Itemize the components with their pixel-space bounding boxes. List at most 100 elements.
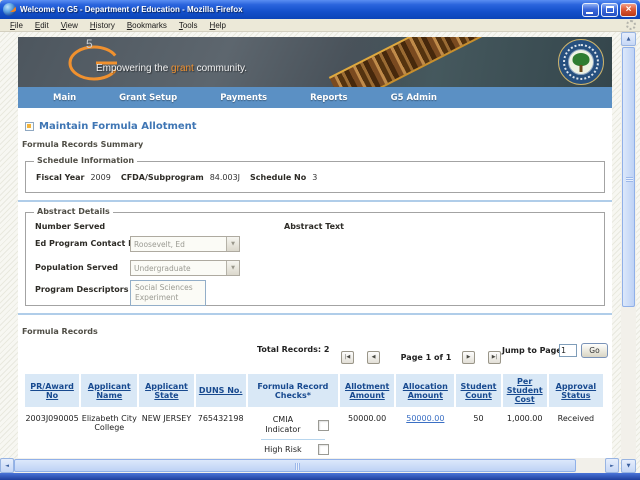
cell-student-count: 50 [456,409,500,458]
nav-grant-setup[interactable]: Grant Setup [119,93,177,103]
scroll-down-button[interactable]: ▼ [621,459,636,473]
section-separator [18,200,612,202]
nav-reports[interactable]: Reports [310,93,348,103]
abstract-details-fieldset: Abstract Details Number Served Abstract … [25,212,605,306]
g5-banner: 5 Empowering the grant community. [18,37,612,87]
horizontal-scrollbar-thumb[interactable] [14,459,576,472]
close-icon: × [626,5,632,15]
next-page-button[interactable]: ▶ [462,351,475,364]
cell-formula-record-checks: CMIA Indicator High Risk [248,409,338,458]
scroll-right-button[interactable]: ► [605,458,619,473]
last-page-button[interactable]: ▶| [488,351,501,364]
menu-file[interactable]: File [4,20,29,31]
schedule-no-value: 3 [312,173,317,182]
nav-payments[interactable]: Payments [220,93,267,103]
cell-allocation-amount: 50000.00 [396,409,454,458]
cell-allotment-amount: 50000.00 [340,409,394,458]
window-titlebar[interactable]: Welcome to G5 - Department of Education … [0,0,640,19]
formula-records-table: PR/Award No Applicant Name Applicant Sta… [23,372,605,458]
cfda-subprogram-label: CFDA/Subprogram [121,173,204,182]
vertical-scrollbar[interactable]: ▲ ▼ [621,32,636,473]
jump-to-page-input[interactable] [559,344,577,357]
window-title: Welcome to G5 - Department of Education … [20,5,582,14]
scroll-left-button[interactable]: ◄ [0,458,14,473]
menu-bar: File Edit View History Bookmarks Tools H… [0,19,640,32]
col-pr-award-no[interactable]: PR/Award No [25,374,79,407]
summary-heading: Formula Records Summary [22,140,612,149]
firefox-window: Welcome to G5 - Department of Education … [0,0,640,480]
col-per-student-cost[interactable]: Per Student Cost [503,374,547,407]
main-nav: Main Grant Setup Payments Reports G5 Adm… [18,87,612,108]
abstract-text-label: Abstract Text [284,222,344,231]
cell-approval-status: Received [549,409,603,458]
go-button[interactable]: Go [581,343,608,358]
horizontal-scrollbar[interactable]: ◄ ► [0,458,620,473]
menu-help[interactable]: Help [204,20,232,31]
scroll-up-button[interactable]: ▲ [621,32,636,46]
first-page-icon: |◀ [345,355,351,360]
cell-applicant-name: Elizabeth City College [81,409,137,458]
cfda-subprogram-value: 84.003J [210,173,240,182]
pagination-bar: Total Records: 2 |◀ ◀ Page 1 of 1 ▶ ▶| J… [18,342,612,368]
cmia-indicator-checkbox[interactable] [318,420,329,431]
throbber-icon [626,20,636,30]
section-separator [18,313,612,315]
nav-g5-admin[interactable]: G5 Admin [391,93,437,103]
col-formula-record-checks: Formula Record Checks* [248,374,338,407]
previous-page-button[interactable]: ◀ [367,351,380,364]
g5-logo-five: 5 [86,37,93,51]
close-button[interactable]: × [620,3,637,17]
page-title-icon [25,122,34,131]
dropdown-arrow-icon: ▼ [226,237,239,251]
table-row: 2003J090005 Elizabeth City College NEW J… [25,409,603,458]
number-served-label: Number Served [35,222,105,231]
vertical-scrollbar-thumb[interactable] [622,47,635,307]
high-risk-checkbox[interactable] [318,444,329,455]
dropdown-arrow-icon: ▼ [226,261,239,275]
bookshelf-image [329,37,549,87]
col-allocation-amount[interactable]: Allocation Amount [396,374,454,407]
nav-main[interactable]: Main [53,93,76,103]
menu-bookmarks[interactable]: Bookmarks [121,20,173,31]
banner-tagline: Empowering the grant community. [96,63,247,74]
schedule-legend: Schedule Information [34,156,137,165]
page-title: Maintain Formula Allotment [25,121,612,132]
restore-button[interactable] [601,3,618,17]
page-viewport: 5 Empowering the grant community. Main G… [0,32,640,473]
allocation-amount-link[interactable]: 50000.00 [406,414,444,423]
next-page-icon: ▶ [467,355,471,360]
col-applicant-state[interactable]: Applicant State [139,374,193,407]
col-student-count[interactable]: Student Count [456,374,500,407]
scroll-down-icon: ▼ [627,463,631,469]
firefox-icon [3,3,16,16]
cmia-indicator-row: CMIA Indicator [252,411,334,439]
menu-tools[interactable]: Tools [173,20,204,31]
cell-duns-no: 765432198 [196,409,246,458]
dept-of-education-seal-icon [558,39,604,85]
col-approval-status[interactable]: Approval Status [549,374,603,407]
first-page-button[interactable]: |◀ [341,351,354,364]
cell-applicant-state: NEW JERSEY [139,409,193,458]
scroll-right-icon: ► [610,463,614,469]
program-descriptors-label: Program Descriptors [35,285,129,294]
population-served-label: Population Served [35,263,118,272]
menu-edit[interactable]: Edit [29,20,55,31]
last-page-icon: ▶| [492,355,498,360]
formula-records-heading: Formula Records [22,327,612,336]
col-allotment-amount[interactable]: Allotment Amount [340,374,394,407]
menu-history[interactable]: History [84,20,121,31]
col-duns-no[interactable]: DUNS No. [196,374,246,407]
fiscal-year-value: 2009 [90,173,110,182]
menu-view[interactable]: View [55,20,84,31]
table-header-row: PR/Award No Applicant Name Applicant Sta… [25,374,603,407]
scroll-up-icon: ▲ [627,36,631,42]
total-records: Total Records: 2 [257,345,329,354]
cell-pr-award-no: 2003J090005 [25,409,79,458]
fiscal-year-label: Fiscal Year [36,173,84,182]
page-content: Maintain Formula Allotment Formula Recor… [18,108,612,458]
col-applicant-name[interactable]: Applicant Name [81,374,137,407]
ed-program-contact-name-select: Roosevelt, Ed ▼ [130,236,240,252]
minimize-button[interactable] [582,3,599,17]
abstract-legend: Abstract Details [34,207,113,216]
program-descriptors-listbox: Social Sciences Experiment [130,280,206,306]
